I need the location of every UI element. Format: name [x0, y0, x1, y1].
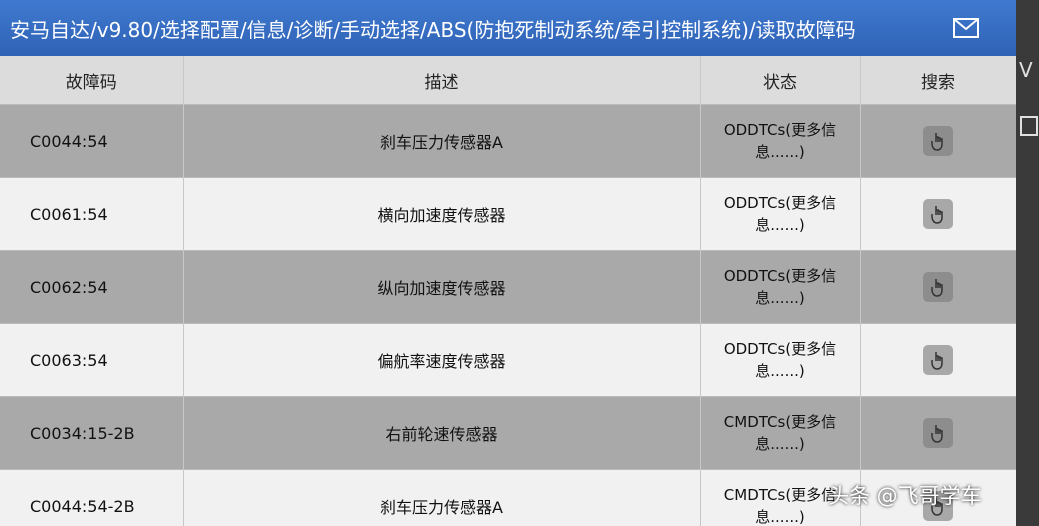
search-button[interactable] [923, 126, 953, 156]
hand-pointer-icon [931, 206, 943, 224]
table-row[interactable]: C0061:54 横向加速度传感器 ODDTCs(更多信息......) [0, 177, 1016, 251]
dtc-code: C0044:54-2B [0, 469, 184, 526]
dtc-status-link[interactable]: CMDTCs(更多信息......) [715, 484, 845, 526]
header-bar: 安马自达/v9.80/选择配置/信息/诊断/手动选择/ABS(防抱死制动系统/牵… [0, 0, 1016, 56]
dtc-description: 偏航率速度传感器 [183, 323, 701, 397]
search-button[interactable] [923, 345, 953, 375]
search-button[interactable] [923, 199, 953, 229]
dtc-description: 刹车压力传感器A [183, 104, 701, 178]
search-button[interactable] [923, 418, 953, 448]
hand-pointer-icon [931, 133, 943, 151]
dtc-code: C0034:15-2B [0, 396, 184, 470]
side-panel-edge: V [1016, 0, 1039, 526]
dtc-description: 刹车压力传感器A [183, 469, 701, 526]
table-row[interactable]: C0062:54 纵向加速度传感器 ODDTCs(更多信息......) [0, 250, 1016, 324]
expand-icon[interactable] [1020, 116, 1038, 136]
dtc-status-link[interactable]: ODDTCs(更多信息......) [715, 265, 845, 309]
search-cell [860, 323, 1016, 397]
table-header: 故障码 描述 状态 搜索 [0, 56, 1016, 105]
search-cell [860, 396, 1016, 470]
column-header-description[interactable]: 描述 [183, 56, 701, 105]
search-button[interactable] [923, 272, 953, 302]
dtc-description: 纵向加速度传感器 [183, 250, 701, 324]
dtc-status-cell[interactable]: ODDTCs(更多信息......) [700, 323, 861, 397]
hand-pointer-icon [931, 425, 943, 443]
dtc-status-link[interactable]: ODDTCs(更多信息......) [715, 119, 845, 163]
dtc-code: C0044:54 [0, 104, 184, 178]
column-header-status[interactable]: 状态 [700, 56, 861, 105]
hand-pointer-icon [931, 279, 943, 297]
breadcrumb: 安马自达/v9.80/选择配置/信息/诊断/手动选择/ABS(防抱死制动系统/牵… [10, 17, 856, 42]
dtc-status-link[interactable]: ODDTCs(更多信息......) [715, 338, 845, 382]
table-row[interactable]: C0034:15-2B 右前轮速传感器 CMDTCs(更多信息......) [0, 396, 1016, 470]
mail-icon[interactable] [946, 8, 986, 48]
dtc-code: C0063:54 [0, 323, 184, 397]
dtc-description: 横向加速度传感器 [183, 177, 701, 251]
dtc-status-cell[interactable]: ODDTCs(更多信息......) [700, 250, 861, 324]
column-header-code[interactable]: 故障码 [0, 56, 184, 105]
dtc-status-cell[interactable]: ODDTCs(更多信息......) [700, 104, 861, 178]
search-cell [860, 104, 1016, 178]
dtc-description: 右前轮速传感器 [183, 396, 701, 470]
column-header-search[interactable]: 搜索 [860, 56, 1016, 105]
dtc-status-cell[interactable]: ODDTCs(更多信息......) [700, 177, 861, 251]
dtc-status-link[interactable]: CMDTCs(更多信息......) [715, 411, 845, 455]
table-row[interactable]: C0063:54 偏航率速度传感器 ODDTCs(更多信息......) [0, 323, 1016, 397]
dtc-status-link[interactable]: ODDTCs(更多信息......) [715, 192, 845, 236]
side-panel-label: V [1019, 58, 1033, 82]
search-cell [860, 250, 1016, 324]
hand-pointer-icon [931, 352, 943, 370]
search-cell [860, 177, 1016, 251]
dtc-code: C0061:54 [0, 177, 184, 251]
dtc-status-cell[interactable]: CMDTCs(更多信息......) [700, 396, 861, 470]
dtc-table: 故障码 描述 状态 搜索 C0044:54 刹车压力传感器A ODDTCs(更多… [0, 56, 1016, 526]
watermark: 头条 @飞哥学车 [828, 484, 982, 508]
table-row[interactable]: C0044:54 刹车压力传感器A ODDTCs(更多信息......) [0, 104, 1016, 178]
diagnostic-screen: 安马自达/v9.80/选择配置/信息/诊断/手动选择/ABS(防抱死制动系统/牵… [0, 0, 1016, 526]
dtc-code: C0062:54 [0, 250, 184, 324]
